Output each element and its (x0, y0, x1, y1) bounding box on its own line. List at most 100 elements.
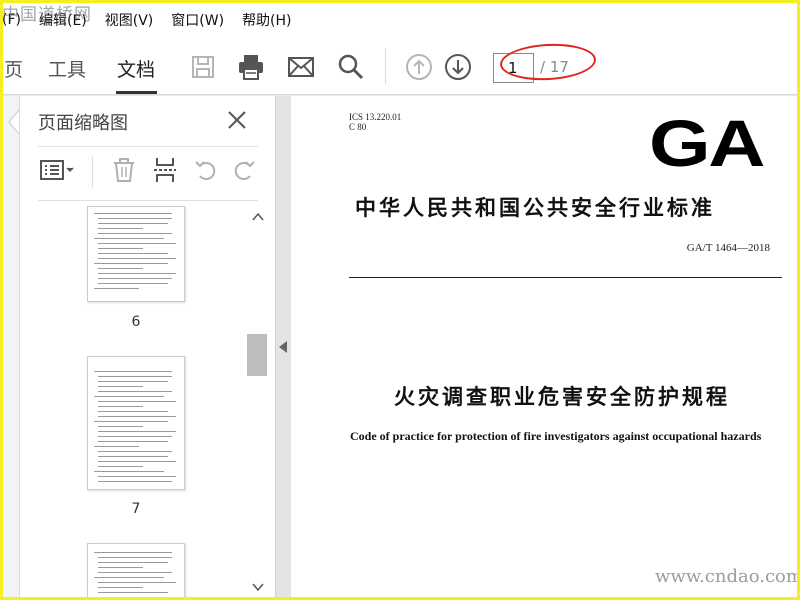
rotate-left-button[interactable] (192, 156, 220, 188)
thumbnail-text-line (94, 471, 164, 472)
thumbnail-text-line (98, 248, 143, 249)
search-button[interactable] (336, 52, 366, 82)
toolbar: 页 工具 文档 1 / 17 (0, 40, 800, 95)
thumbnail-text-line (94, 446, 139, 447)
thumbnail-list: 6 7 (38, 204, 248, 600)
collapse-arrow-icon (279, 341, 287, 353)
tab-tools[interactable]: 工具 (48, 55, 86, 82)
arrow-down-circle-icon (445, 54, 471, 80)
thumbnail-options-button[interactable] (38, 156, 78, 188)
thumbnail-text-line (94, 213, 172, 214)
menu-bar: (F) 编辑(E) 视图(V) 窗口(W) 帮助(H) (0, 0, 800, 40)
header-rule (349, 277, 782, 278)
thumbnail-text-line (98, 436, 172, 437)
tab-home[interactable]: 页 (4, 55, 23, 82)
rotate-clockwise-icon (234, 161, 255, 180)
thumbnail-panel: 页面缩略图 6 7 (20, 96, 275, 600)
thumbnail-text-line (98, 391, 172, 392)
thumbnail-text-line (98, 441, 168, 442)
page-thumbnail[interactable] (87, 356, 185, 490)
thumbnail-text-line (98, 243, 176, 244)
page-thumbnail[interactable] (87, 543, 185, 600)
document-page: ICS 13.220.01 C 80 GA 中华人民共和国公共安全行业标准 GA… (291, 96, 800, 600)
scrollbar-thumb[interactable] (247, 334, 267, 376)
thumbnail-text-line (98, 223, 168, 224)
close-icon (228, 111, 246, 129)
rotate-counterclockwise-icon (195, 161, 216, 180)
print-icon (239, 55, 263, 80)
menu-help[interactable]: 帮助(H) (242, 10, 291, 30)
thumbnail-text-line (98, 567, 143, 568)
email-button[interactable] (286, 52, 316, 82)
left-navigation-strip (0, 96, 20, 600)
panel-divider (38, 200, 258, 201)
search-icon (338, 54, 364, 80)
thumbnail-text-line (94, 552, 172, 553)
document-title-english: Code of practice for protection of fire … (350, 429, 762, 443)
previous-page-button[interactable] (404, 52, 434, 82)
menu-view[interactable]: 视图(V) (105, 10, 154, 30)
insert-page-icon (154, 158, 176, 182)
thumbnail-text-line (98, 557, 172, 558)
watermark-top: 中国道桥网 (2, 5, 92, 25)
thumbnail-text-line (98, 253, 168, 254)
scroll-up-icon[interactable] (251, 210, 265, 224)
ics-code: ICS 13.220.01 C 80 (349, 112, 401, 132)
panel-collapse-handle[interactable] (275, 96, 291, 600)
save-button[interactable] (188, 52, 218, 82)
scroll-down-icon[interactable] (251, 580, 265, 594)
thumbnail-text-line (98, 466, 143, 467)
print-button[interactable] (236, 52, 266, 82)
thumbnail-text-line (98, 283, 168, 284)
insert-page-button[interactable] (151, 156, 179, 188)
thumbnail-text-line (94, 288, 139, 289)
watermark-bottom: www.cndao.com (655, 566, 800, 587)
trash-icon (114, 158, 134, 182)
ga-logo: GA (649, 106, 765, 180)
thumbnail-text-line (98, 406, 143, 407)
thumbnail-text-line (98, 456, 168, 457)
standard-code: GA/T 1464—2018 (686, 242, 770, 254)
thumbnail-text-line (98, 416, 176, 417)
delete-page-button[interactable] (110, 156, 138, 188)
thumbnail-text-line (98, 461, 176, 462)
thumbnail-text-line (98, 582, 176, 583)
mail-icon (288, 57, 314, 77)
thumbnail-text-line (98, 592, 168, 593)
close-panel-button[interactable] (225, 108, 249, 132)
tab-document[interactable]: 文档 (117, 55, 155, 82)
thumbnail-text-line (98, 426, 143, 427)
thumbnail-text-line (98, 386, 143, 387)
ics-line: ICS 13.220.01 (349, 112, 402, 122)
thumbnail-text-line (98, 273, 176, 274)
panel-title: 页面缩略图 (38, 113, 128, 134)
thumbnail-text-line (98, 233, 172, 234)
rotate-right-button[interactable] (230, 156, 258, 188)
thumbnail-text-line (98, 278, 172, 279)
save-icon (192, 56, 214, 78)
thumbnail-text-line (98, 572, 172, 573)
thumbnail-text-line (98, 597, 176, 598)
thumbnail-text-line (98, 228, 143, 229)
thumbnail-page-number: 6 (131, 314, 141, 330)
document-title-chinese: 火灾调查职业危害安全防护规程 (394, 384, 730, 409)
thumbnail-text-line (98, 401, 176, 402)
toolbar-divider (385, 48, 386, 84)
thumbnail-scrollbar[interactable] (247, 204, 267, 600)
thumbnail-page-number: 7 (131, 501, 141, 517)
menu-window[interactable]: 窗口(W) (171, 10, 224, 30)
thumbnail-text-line (94, 577, 164, 578)
panel-toolbar-divider (92, 156, 93, 188)
thumbnail-text-line (94, 421, 168, 422)
thumbnail-text-line (98, 411, 168, 412)
page-thumbnail[interactable] (87, 206, 185, 302)
next-page-button[interactable] (443, 52, 473, 82)
panel-divider (38, 146, 258, 147)
thumbnail-text-line (98, 376, 172, 377)
arrow-up-circle-icon (406, 54, 432, 80)
thumbnail-text-line (94, 396, 164, 397)
thumbnail-text-line (94, 263, 168, 264)
thumbnail-text-line (98, 218, 172, 219)
standard-category-title: 中华人民共和国公共安全行业标准 (355, 195, 715, 220)
thumbnail-text-line (98, 381, 168, 382)
